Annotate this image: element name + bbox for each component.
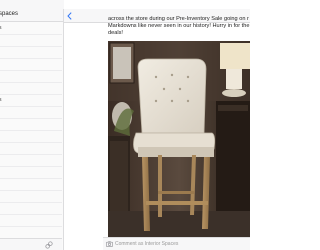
post-text-line: across the store during our Pre-Inventor…: [108, 16, 249, 22]
detail-pane: across the store during our Pre-Inventor…: [64, 0, 250, 250]
post-photo[interactable]: [108, 41, 250, 237]
sidebar-header: spaces: [0, 9, 63, 22]
comment-bar: [103, 237, 250, 250]
sidebar-footer: [0, 238, 62, 250]
sidebar-item-label: s: [0, 97, 2, 103]
post-text-line: Markdowns like never seen in our history…: [108, 23, 250, 30]
link-icon[interactable]: [45, 241, 53, 249]
camera-icon[interactable]: [106, 241, 113, 247]
post-text-line: deals!: [108, 30, 123, 37]
comment-input[interactable]: [115, 240, 245, 248]
chevron-left-icon[interactable]: [67, 12, 72, 20]
sidebar-title: spaces: [0, 11, 19, 17]
post-text: across the store during our Pre-Inventor…: [108, 16, 250, 38]
sidebar: spaces s s: [0, 0, 64, 250]
sidebar-item-label: s: [0, 25, 2, 31]
screen: spaces ss 11:20 AM across the store duri…: [0, 0, 250, 250]
